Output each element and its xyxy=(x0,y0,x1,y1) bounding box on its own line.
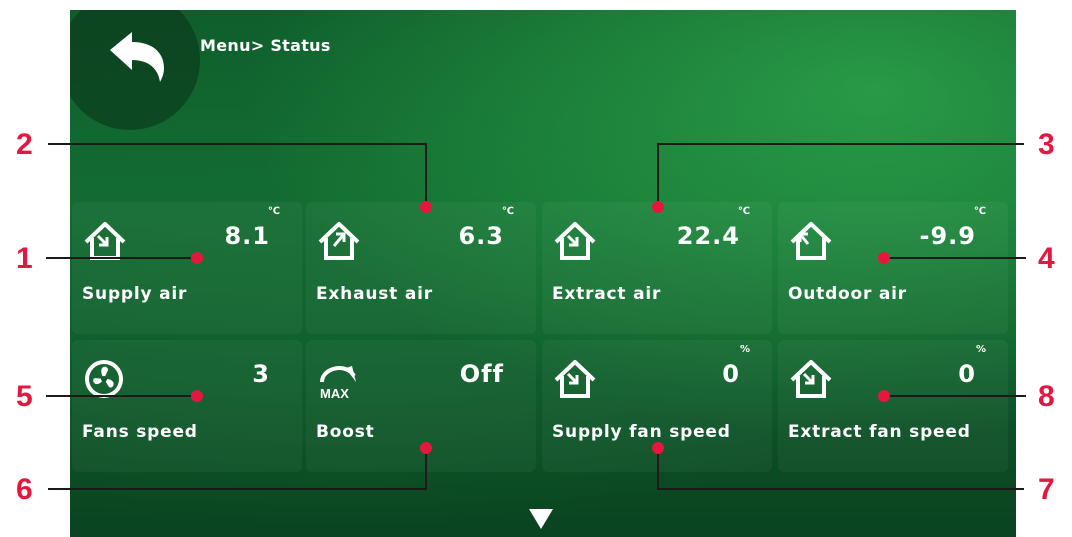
callout-dot xyxy=(652,442,664,454)
callout-number: 1 xyxy=(16,242,33,275)
callout-lines xyxy=(46,143,1026,490)
callout-number: 7 xyxy=(1038,473,1055,506)
callout-dot xyxy=(420,201,432,213)
callout-dot xyxy=(420,442,432,454)
callout-number: 4 xyxy=(1038,242,1055,275)
callout-number: 2 xyxy=(16,128,33,161)
callout-dot xyxy=(878,390,890,402)
callout-number: 6 xyxy=(16,473,33,506)
callout-number: 8 xyxy=(1038,380,1055,413)
callout-number: 3 xyxy=(1038,128,1055,161)
callout-dot xyxy=(191,252,203,264)
callout-dot xyxy=(878,252,890,264)
callout-dot xyxy=(191,390,203,402)
callout-number: 5 xyxy=(16,380,33,413)
callout-dot xyxy=(652,201,664,213)
